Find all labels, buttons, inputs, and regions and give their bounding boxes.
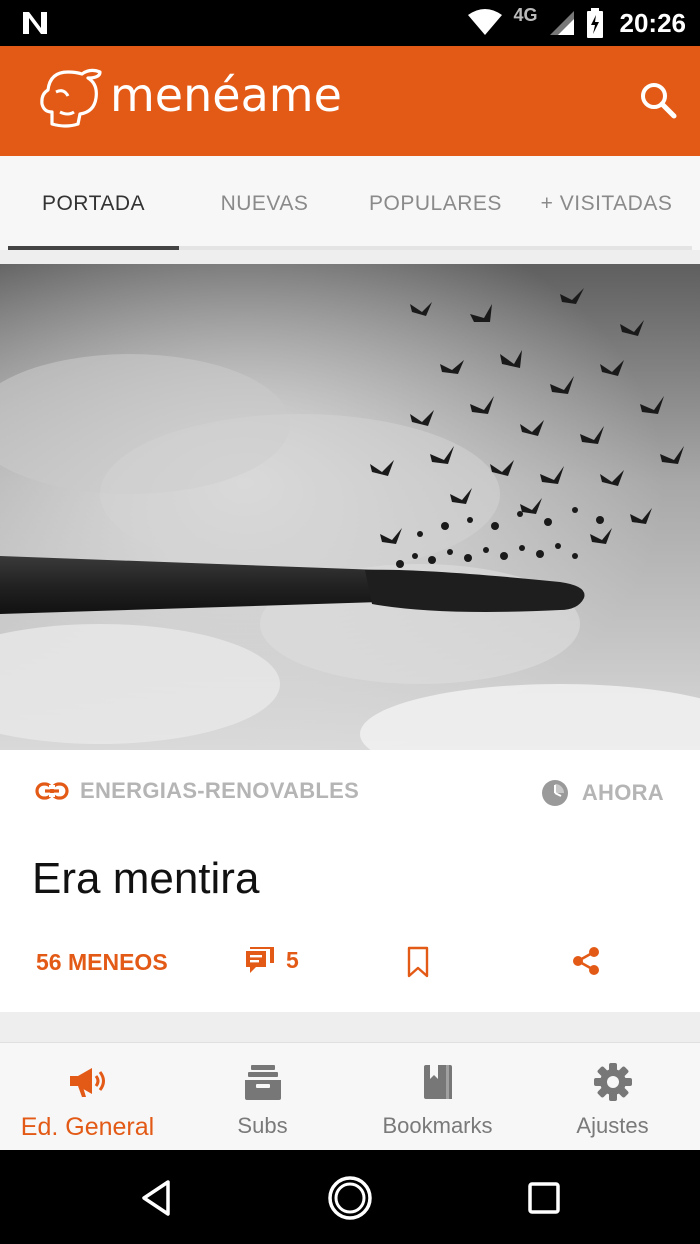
app-title: menéame bbox=[110, 68, 342, 122]
nav-label: Ed. General bbox=[20, 1113, 155, 1141]
comments-icon bbox=[246, 947, 274, 973]
tab-visitadas[interactable]: + VISITADAS bbox=[521, 156, 692, 252]
story-actions: 56 MENEOS 5 bbox=[0, 945, 700, 985]
inbox-icon bbox=[244, 1065, 281, 1100]
comments-button[interactable]: 5 bbox=[244, 945, 299, 975]
cell-signal-icon bbox=[549, 11, 574, 35]
nav-ajustes[interactable]: Ajustes bbox=[525, 1043, 700, 1151]
meneame-logo-icon bbox=[40, 68, 102, 128]
search-icon bbox=[641, 83, 677, 119]
story-card[interactable]: ENERGIAS-RENOVABLES AHORA Era mentira 56… bbox=[0, 750, 700, 1012]
story-image[interactable] bbox=[0, 264, 700, 750]
status-bar: 4G 20:26 bbox=[0, 0, 700, 46]
clock-icon bbox=[541, 780, 568, 806]
tab-nuevas[interactable]: NUEVAS bbox=[179, 156, 350, 252]
story-category[interactable]: ENERGIAS-RENOVABLES bbox=[34, 778, 359, 804]
tab-bar: PORTADA NUEVAS POPULARES + VISITADAS bbox=[0, 156, 700, 252]
time-label: AHORA bbox=[581, 780, 664, 805]
comments-count: 5 bbox=[286, 946, 299, 973]
recents-button[interactable] bbox=[520, 1174, 568, 1222]
recents-icon bbox=[528, 1182, 560, 1214]
category-label: ENERGIAS-RENOVABLES bbox=[80, 778, 360, 803]
story-time: AHORA bbox=[540, 778, 664, 808]
tab-portada[interactable]: PORTADA bbox=[8, 156, 179, 252]
back-button[interactable] bbox=[132, 1174, 180, 1222]
tab-populares[interactable]: POPULARES bbox=[350, 156, 521, 252]
search-button[interactable] bbox=[634, 76, 682, 124]
home-button[interactable] bbox=[326, 1174, 374, 1222]
clock: 20:26 bbox=[619, 7, 687, 38]
wifi-icon bbox=[468, 9, 503, 35]
share-icon bbox=[573, 947, 599, 975]
meneos-button[interactable]: 56 MENEOS bbox=[36, 949, 168, 976]
bookmark-button[interactable] bbox=[406, 945, 430, 984]
bookmark-icon bbox=[407, 946, 429, 978]
tab-active-indicator bbox=[8, 246, 179, 250]
system-navigation-bar bbox=[0, 1150, 700, 1244]
network-type: 4G bbox=[513, 4, 538, 25]
link-icon bbox=[35, 782, 69, 800]
feed-divider bbox=[0, 1012, 700, 1042]
nav-bookmarks[interactable]: Bookmarks bbox=[350, 1043, 525, 1151]
burnt-match-birds-image bbox=[0, 264, 700, 750]
battery-charging-icon bbox=[586, 8, 603, 38]
megaphone-icon bbox=[69, 1068, 105, 1097]
app-bar: menéame bbox=[0, 46, 700, 156]
book-icon bbox=[423, 1065, 452, 1099]
nav-label: Ajustes bbox=[576, 1113, 649, 1138]
nav-subs[interactable]: Subs bbox=[175, 1043, 350, 1151]
notification-n-icon bbox=[23, 12, 47, 34]
bottom-navigation: Ed. General Subs Bookmarks Ajustes bbox=[0, 1042, 700, 1150]
story-title[interactable]: Era mentira bbox=[32, 854, 259, 904]
home-icon bbox=[328, 1176, 372, 1220]
nav-ed-general[interactable]: Ed. General bbox=[0, 1043, 175, 1151]
gear-icon bbox=[593, 1063, 632, 1101]
nav-label: Subs bbox=[237, 1113, 288, 1138]
back-icon bbox=[142, 1180, 170, 1216]
share-button[interactable] bbox=[570, 945, 602, 982]
nav-label: Bookmarks bbox=[382, 1113, 493, 1138]
